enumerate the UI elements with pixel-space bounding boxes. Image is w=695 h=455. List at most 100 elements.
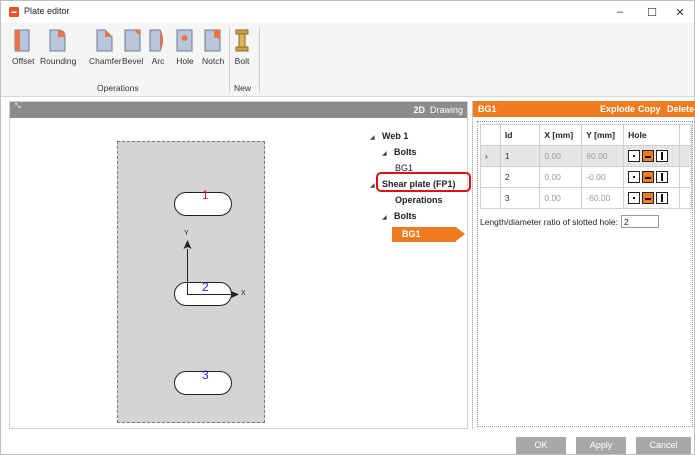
collapse-arrow-icon[interactable]: ◢ <box>370 182 375 189</box>
tree-item-selected-bg1[interactable]: BG1 <box>392 227 465 242</box>
offset-tool-button[interactable]: Offset <box>12 27 35 66</box>
notch-icon <box>204 27 222 53</box>
y-axis-line <box>187 249 188 294</box>
tree-item-operations[interactable]: Operations <box>395 195 443 205</box>
hole-round-option[interactable] <box>628 150 641 162</box>
row-marker: › <box>480 145 501 167</box>
bolt-icon <box>233 27 251 53</box>
arc-tool-button[interactable]: Arc <box>149 27 167 66</box>
vertical-slot-icon <box>661 152 664 160</box>
cell-id[interactable]: 2 <box>499 166 541 188</box>
table-spacer <box>679 124 692 146</box>
collapse-arrow-icon[interactable]: ◢ <box>382 214 387 221</box>
round-hole-icon <box>633 197 636 199</box>
table-row[interactable]: 3 0.00 -60.00 <box>480 187 692 209</box>
notch-tool-button[interactable]: Notch <box>202 27 224 66</box>
properties-body: Id X [mm] Y [mm] Hole › 1 0.00 60.00 2 0… <box>477 121 693 427</box>
rounding-icon <box>49 27 67 53</box>
horizontal-slot-icon <box>645 156 652 158</box>
ok-button[interactable]: OK <box>516 437 566 454</box>
cell-x[interactable]: 0.00 <box>539 166 583 188</box>
plate-editor-window: ▬ Plate editor – ☐ ✕ Offset Rounding Cha… <box>0 0 695 455</box>
cell-y[interactable]: -0.00 <box>581 166 625 188</box>
hole-number-label: 2 <box>202 280 209 294</box>
cell-id[interactable]: 1 <box>499 145 541 167</box>
chamfer-icon <box>96 27 114 53</box>
table-spacer <box>679 187 692 209</box>
table-header-row: Id X [mm] Y [mm] Hole <box>480 124 692 146</box>
mode-2d-label[interactable]: 2D <box>413 105 425 115</box>
row-marker <box>480 166 501 188</box>
table-spacer <box>679 145 692 167</box>
drawing-pane[interactable]: ⤡ 2D Drawing 1 2 3 Y X ◢ Web 1 ◢ Bolts B… <box>9 101 471 429</box>
hole-number-label: 3 <box>202 368 209 382</box>
collapse-arrow-icon[interactable]: ◢ <box>382 150 387 157</box>
x-axis-arrow-icon <box>230 290 239 299</box>
arc-icon <box>149 27 167 53</box>
close-button[interactable]: ✕ <box>665 1 695 23</box>
tree-item-web-bolts[interactable]: Bolts <box>394 147 417 157</box>
hole-slotted-horizontal-option[interactable] <box>642 150 655 162</box>
apply-button[interactable]: Apply <box>576 437 626 454</box>
hole-slotted-horizontal-option[interactable] <box>642 171 655 183</box>
drawing-pane-header: ⤡ 2D Drawing <box>10 102 467 118</box>
operations-group-label: Operations <box>97 83 139 93</box>
cell-x[interactable]: 0.00 <box>539 145 583 167</box>
bevel-icon <box>124 27 142 53</box>
column-header-hole: Hole <box>623 124 681 146</box>
hole-round-option[interactable] <box>628 171 641 183</box>
hole-slotted-vertical-option[interactable] <box>656 192 669 204</box>
vertical-slot-icon <box>661 194 664 202</box>
y-axis-label: Y <box>184 230 189 237</box>
cell-x[interactable]: 0.00 <box>539 187 583 209</box>
slot-ratio-label: Length/diameter ratio of slotted hole: <box>480 216 618 227</box>
bolt-tool-button[interactable]: Bolt <box>233 27 251 66</box>
cell-hole <box>623 145 681 167</box>
mode-drawing-label[interactable]: Drawing <box>430 105 463 115</box>
hole-slotted-vertical-option[interactable] <box>656 150 669 162</box>
cancel-button[interactable]: Cancel <box>636 437 691 454</box>
x-axis-label: X <box>241 290 246 297</box>
table-row[interactable]: › 1 0.00 60.00 <box>480 145 692 167</box>
tree-item-web[interactable]: Web 1 <box>382 131 408 141</box>
ribbon-divider <box>259 27 260 93</box>
copy-button[interactable]: Copy <box>638 104 661 114</box>
plate-shape[interactable]: 1 2 3 Y X <box>117 141 265 423</box>
cell-y[interactable]: 60.00 <box>581 145 625 167</box>
delete-button[interactable]: Delete <box>667 104 694 114</box>
column-header-y: Y [mm] <box>581 124 625 146</box>
explode-button[interactable]: Explode <box>600 104 635 114</box>
cell-hole <box>623 166 681 188</box>
properties-title: BG1 <box>478 104 497 114</box>
hole-number-label: 1 <box>202 188 209 202</box>
rounding-tool-button[interactable]: Rounding <box>40 27 76 66</box>
maximize-button[interactable]: ☐ <box>637 1 667 23</box>
cell-id[interactable]: 3 <box>499 187 541 209</box>
vertical-slot-icon <box>661 173 664 181</box>
round-hole-icon <box>633 155 636 157</box>
tree-item-plate-bolts[interactable]: Bolts <box>394 211 417 221</box>
y-axis-arrow-icon <box>183 240 192 249</box>
bevel-tool-button[interactable]: Bevel <box>122 27 143 66</box>
hole-round-option[interactable] <box>628 192 641 204</box>
round-hole-icon <box>633 176 636 178</box>
chamfer-tool-button[interactable]: Chamfer <box>89 27 122 66</box>
horizontal-slot-icon <box>645 198 652 200</box>
hole-slotted-vertical-option[interactable] <box>656 171 669 183</box>
title-bar: ▬ Plate editor – ☐ ✕ <box>1 1 694 23</box>
hole-icon <box>176 27 194 53</box>
slot-ratio-input[interactable]: 2 <box>620 215 659 228</box>
offset-icon <box>14 27 32 53</box>
hole-slotted-horizontal-option[interactable] <box>642 192 655 204</box>
minimize-button[interactable]: – <box>605 1 635 23</box>
row-marker-header <box>480 124 501 146</box>
expand-icon[interactable]: ⤡ <box>15 103 22 110</box>
column-header-id: Id <box>499 124 541 146</box>
cell-y[interactable]: -60.00 <box>581 187 625 209</box>
table-row[interactable]: 2 0.00 -0.00 <box>480 166 692 188</box>
collapse-arrow-icon[interactable]: ◢ <box>370 134 375 141</box>
app-logo-icon: ▬ <box>9 7 19 17</box>
ribbon-divider <box>229 27 230 93</box>
table-spacer <box>679 166 692 188</box>
hole-tool-button[interactable]: Hole <box>176 27 194 66</box>
